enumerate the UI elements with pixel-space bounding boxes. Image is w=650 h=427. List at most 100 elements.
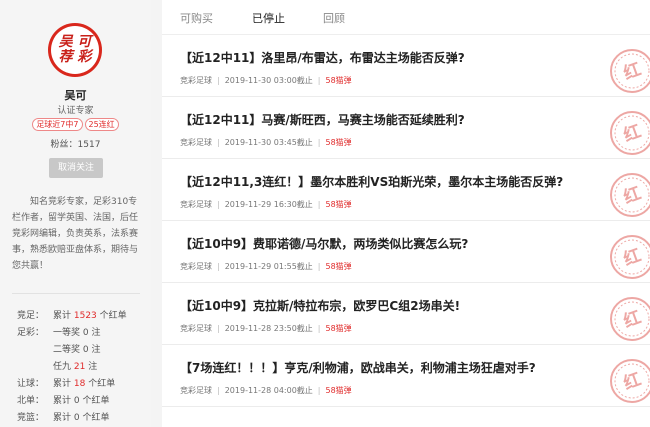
article-meta: 竞彩足球 | 2019-11-29 16:30截止 | 58猫弹: [180, 199, 352, 210]
avatar[interactable]: 吴 可 荐 彩: [48, 23, 102, 77]
article-item[interactable]: 【近10中9】克拉斯/特拉布宗，欧罗巴C组2场串关! 竞彩足球 | 2019-11-2…: [162, 283, 650, 345]
article-title[interactable]: 【近12中11】马赛/斯旺西，马赛主场能否延续胜利?: [180, 111, 465, 128]
article-deadline: 2019-11-30 03:00截止: [224, 76, 313, 85]
stat-suffix: 个红单: [79, 413, 110, 423]
fans-count: 粉丝：1517: [0, 137, 151, 150]
stat-text: 任九 21 注: [53, 359, 97, 376]
meta-separator: |: [217, 200, 220, 209]
stat-prefix: 任九: [53, 362, 74, 372]
tab-review[interactable]: 回顾: [323, 10, 345, 26]
stamp-text: 红: [621, 307, 644, 333]
stamp-text: 红: [621, 369, 644, 395]
article-category: 竞彩足球: [180, 386, 212, 395]
article-category: 竞彩足球: [180, 324, 212, 333]
stamp-text: 红: [621, 59, 644, 85]
article-meta: 竞彩足球 | 2019-11-30 03:45截止 | 58猫弹: [180, 137, 352, 148]
article-deadline: 2019-11-28 04:00截止: [224, 386, 313, 395]
stat-suffix: 个红单: [96, 311, 127, 321]
meta-separator: |: [317, 324, 321, 333]
sidebar-divider: [12, 293, 140, 294]
article-title[interactable]: 【近12中11】洛里昂/布雷达，布雷达主场能否反弹?: [180, 49, 465, 66]
stat-category: 竞篮：: [17, 413, 45, 423]
article-meta: 竞彩足球 | 2019-11-28 04:00截止 | 58猫弹: [180, 385, 352, 396]
red-stamp-icon: 红: [606, 45, 650, 93]
stat-category: 北单：: [17, 396, 45, 406]
stat-row: 足彩： 一等奖 0 注: [17, 325, 147, 342]
article-item[interactable]: 【7场连红！！！】亨克/利物浦，欧战串关，利物浦主场狂虐对手? 竞彩足球 | 2019…: [162, 345, 650, 407]
article-price: 58猫弹: [325, 76, 352, 85]
stat-value: 21: [73, 362, 86, 372]
article-item[interactable]: 【近12中11】马赛/斯旺西，马赛主场能否延续胜利? 竞彩足球 | 2019-11-3…: [162, 97, 650, 159]
article-title[interactable]: 【7场连红！！！】亨克/利物浦，欧战串关，利物浦主场狂虐对手?: [180, 359, 536, 376]
stat-row: 竞篮： 累计 0 个红单: [17, 410, 147, 427]
stat-category: 让球：: [17, 379, 45, 389]
article-category: 竞彩足球: [180, 138, 212, 147]
tab-stopped[interactable]: 已停止: [252, 10, 285, 26]
article-item[interactable]: 【近12中11,3连红！】墨尔本胜利VS珀斯光荣，墨尔本主场能否反弹? 竞彩足球 |…: [162, 159, 650, 221]
article-meta: 竞彩足球 | 2019-11-29 01:55截止 | 58猫弹: [180, 261, 352, 272]
avatar-text-line-2: 荐 彩: [58, 49, 92, 65]
stat-text: 累计 18 个红单: [53, 376, 115, 393]
stat-text: 累计 1523 个红单: [53, 308, 127, 325]
stat-row: 北单： 累计 0 个红单: [17, 393, 147, 410]
stat-text: 二等奖 0 注: [53, 342, 100, 359]
stat-value: 1523: [73, 311, 97, 321]
stat-row: 任九 21 注: [17, 359, 147, 376]
meta-separator: |: [217, 262, 220, 271]
article-price: 58猫弹: [325, 386, 352, 395]
avatar-logo: 吴 可 荐 彩: [51, 26, 99, 74]
stamp-text: 红: [621, 183, 644, 209]
meta-separator: |: [317, 138, 321, 147]
article-price: 58猫弹: [325, 200, 352, 209]
article-price: 58猫弹: [325, 262, 352, 271]
stat-suffix: 注: [88, 345, 101, 355]
expert-name: 吴可: [64, 89, 87, 102]
meta-separator: |: [317, 200, 321, 209]
tab-bar: 可购买 已停止 回顾: [162, 0, 650, 35]
unfollow-button[interactable]: 取消关注: [49, 158, 103, 178]
stat-category: 竞足：: [17, 311, 45, 321]
article-item[interactable]: 【近10中9】费耶诺德/马尔默，两场类似比赛怎么玩? 竞彩足球 | 2019-11-2…: [162, 221, 650, 283]
meta-separator: |: [217, 324, 220, 333]
article-item[interactable]: 【近12中11】洛里昂/布雷达，布雷达主场能否反弹? 竞彩足球 | 2019-11-3…: [162, 35, 650, 97]
expert-role: 认证专家: [57, 106, 94, 116]
expert-tags: 足球近7中7 25连红: [0, 118, 151, 131]
red-stamp-icon: 红: [606, 169, 650, 217]
red-stamp-icon: 红: [606, 355, 650, 403]
stamp-text: 红: [621, 245, 644, 271]
meta-separator: |: [217, 386, 220, 395]
red-stamp-icon: 红: [606, 293, 650, 341]
stat-prefix: 累计: [53, 413, 74, 423]
fans-value: 1517: [77, 140, 101, 150]
article-deadline: 2019-11-29 16:30截止: [224, 200, 313, 209]
article-title[interactable]: 【近10中9】费耶诺德/马尔默，两场类似比赛怎么玩?: [180, 235, 468, 252]
article-deadline: 2019-11-28 23:50截止: [224, 324, 313, 333]
article-price: 58猫弹: [325, 138, 352, 147]
meta-separator: |: [217, 138, 220, 147]
stat-suffix: 个红单: [79, 396, 110, 406]
article-meta: 竞彩足球 | 2019-11-30 03:00截止 | 58猫弹: [180, 75, 352, 86]
article-title[interactable]: 【近12中11,3连红！】墨尔本胜利VS珀斯光荣，墨尔本主场能否反弹?: [180, 173, 563, 190]
streak-badge: 25连红: [84, 118, 119, 131]
article-title[interactable]: 【近10中9】克拉斯/特拉布宗，欧罗巴C组2场串关!: [180, 297, 460, 314]
stat-row: 竞足： 累计 1523 个红单: [17, 308, 147, 325]
expert-sidebar: 吴 可 荐 彩 吴可 认证专家 足球近7中7 25连红 粉丝：1517 取消关注…: [0, 0, 151, 427]
tab-available[interactable]: 可购买: [180, 10, 213, 26]
article-deadline: 2019-11-30 03:45截止: [224, 138, 313, 147]
stat-text: 累计 0 个红单: [53, 393, 109, 410]
article-price: 58猫弹: [325, 324, 352, 333]
red-stamp-icon: 红: [606, 107, 650, 155]
meta-separator: |: [317, 386, 321, 395]
meta-separator: |: [317, 76, 321, 85]
record-stats: 竞足： 累计 1523 个红单 足彩： 一等奖 0 注二等奖 0 注任九 21 注让球…: [17, 308, 147, 427]
record-badge: 足球近7中7: [32, 118, 83, 131]
stat-suffix: 注: [88, 328, 101, 338]
stat-category: 足彩：: [17, 328, 45, 338]
stat-text: 一等奖 0 注: [53, 325, 100, 342]
article-list-panel: 可购买 已停止 回顾 【近12中11】洛里昂/布雷达，布雷达主场能否反弹? 竞彩足…: [162, 0, 650, 427]
stat-prefix: 累计: [53, 396, 74, 406]
article-category: 竞彩足球: [180, 76, 212, 85]
meta-separator: |: [317, 262, 321, 271]
meta-separator: |: [217, 76, 220, 85]
stat-suffix: 注: [85, 362, 98, 372]
